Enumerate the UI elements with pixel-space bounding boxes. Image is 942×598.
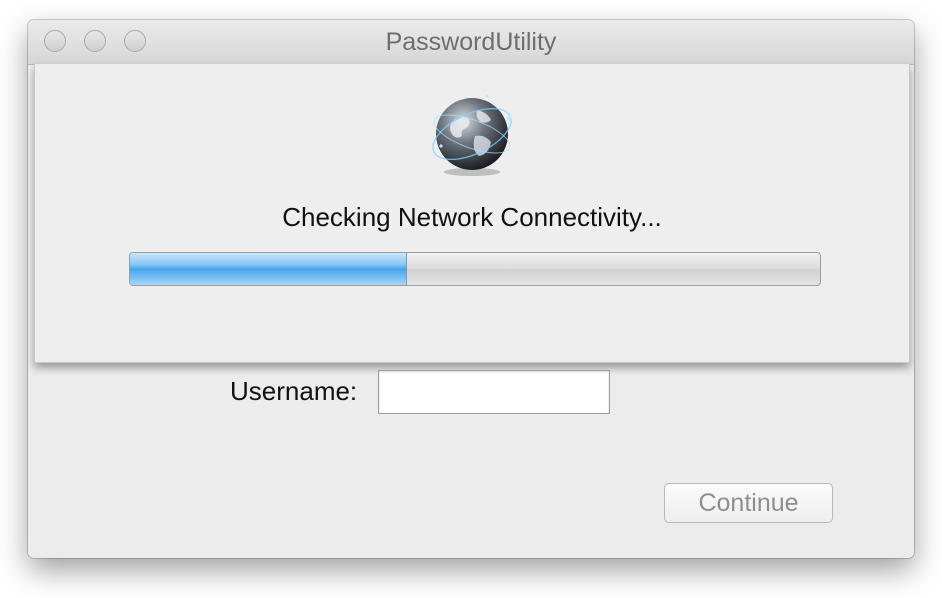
password-utility-window: PasswordUtility Checking Network Connect…: [28, 20, 914, 558]
continue-button[interactable]: Continue: [664, 483, 833, 523]
title-bar[interactable]: PasswordUtility: [28, 20, 914, 65]
globe-network-icon: [432, 94, 512, 176]
status-message: Checking Network Connectivity...: [282, 202, 662, 232]
window-title: PasswordUtility: [385, 28, 557, 56]
progress-sheet: Checking Network Connectivity...: [34, 64, 910, 363]
username-label: Username:: [230, 376, 358, 406]
progress-bar-fill: [130, 253, 407, 285]
username-input[interactable]: [378, 370, 610, 414]
network-check-progress-bar: [129, 252, 821, 286]
